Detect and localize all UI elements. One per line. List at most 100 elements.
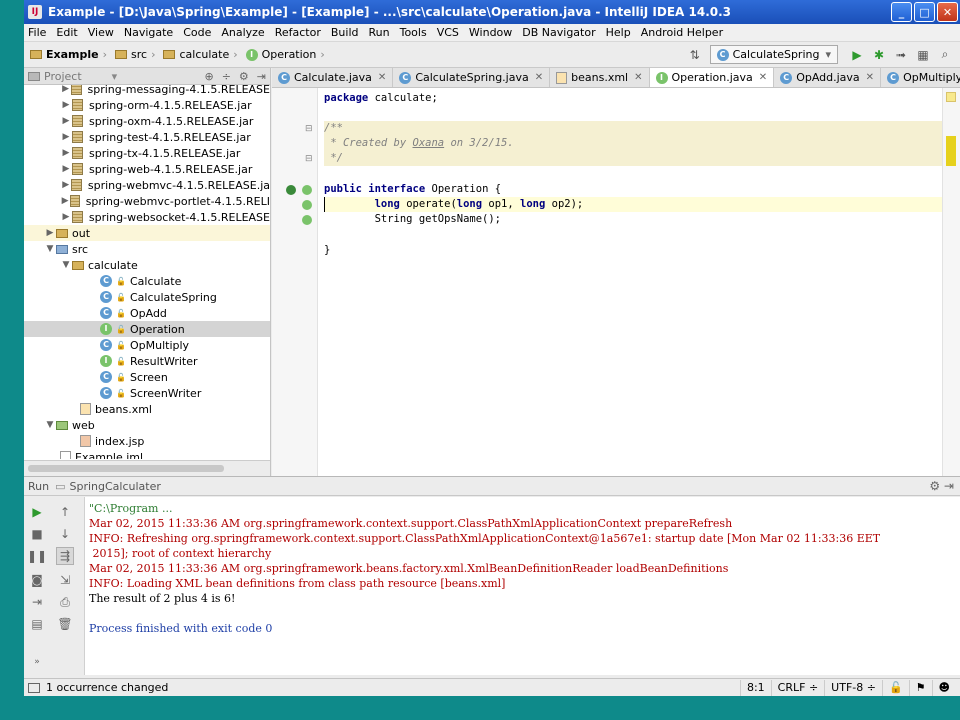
tree-node-selected[interactable]: I 🔓 Operation — [24, 321, 270, 337]
line-separator[interactable]: CRLF ÷ — [770, 679, 825, 696]
tree-node[interactable]: ▶ spring-test-4.1.5.RELEASE.jar — [24, 129, 270, 145]
pause-icon[interactable]: ❚❚ — [27, 547, 47, 565]
tree-node[interactable]: ▶ spring-oxm-4.1.5.RELEASE.jar — [24, 113, 270, 129]
close-tab-icon[interactable]: ✕ — [535, 72, 543, 83]
fold-end-icon[interactable]: ⊟ — [305, 154, 313, 164]
run-configuration-select[interactable]: C CalculateSpring ▾ — [709, 45, 838, 64]
run-config-name[interactable]: SpringCalculater — [70, 480, 161, 493]
rerun-icon[interactable]: ▶ — [28, 503, 46, 521]
breadcrumb-operation[interactable]: I Operation › — [245, 48, 329, 61]
scroll-to-end-icon[interactable]: ⇲ — [56, 571, 74, 589]
more-icon[interactable]: » — [28, 653, 46, 671]
tree-node[interactable]: ▶ spring-webmvc-4.1.5.RELEASE.ja — [24, 177, 270, 193]
close-tab-icon[interactable]: ✕ — [378, 72, 386, 83]
override-marker-icon[interactable] — [302, 185, 312, 195]
close-tab-icon[interactable]: ✕ — [866, 72, 874, 83]
close-tab-icon[interactable]: ✕ — [634, 72, 642, 83]
stop-icon[interactable]: ■ — [28, 525, 46, 543]
trash-icon[interactable]: 🗑 — [56, 615, 74, 633]
coverage-icon[interactable]: ➟ — [892, 46, 910, 64]
sort-icon[interactable]: ⇅ — [686, 46, 704, 64]
override-marker-icon[interactable] — [302, 200, 312, 210]
tab-calculate[interactable]: C Calculate.java ✕ — [272, 68, 394, 87]
menu-build[interactable]: Build — [331, 26, 359, 39]
menu-analyze[interactable]: Analyze — [221, 26, 264, 39]
breadcrumb-src[interactable]: src › — [115, 48, 159, 61]
menu-tools[interactable]: Tools — [400, 26, 427, 39]
breadcrumb-calculate[interactable]: calculate › — [163, 48, 241, 61]
tree-node-src[interactable]: ▼ src — [24, 241, 270, 257]
collapse-icon[interactable]: ÷ — [222, 70, 231, 83]
lock-icon[interactable]: 🔓 — [881, 679, 909, 696]
expand-arrow-icon[interactable]: ▶ — [60, 180, 71, 190]
tree-node-class[interactable]: C 🔓 CalculateSpring — [24, 289, 270, 305]
layout-icon[interactable]: ▤ — [28, 615, 46, 633]
implemented-icon[interactable] — [286, 185, 296, 195]
tree-node-class[interactable]: C 🔓 OpAdd — [24, 305, 270, 321]
error-stripe[interactable] — [942, 88, 960, 476]
tab-opadd[interactable]: C OpAdd.java ✕ — [774, 68, 882, 87]
expand-arrow-icon[interactable]: ▶ — [60, 196, 70, 206]
tree-node-class[interactable]: C 🔓 Calculate — [24, 273, 270, 289]
tree-node-out[interactable]: ▶ out — [24, 225, 270, 241]
tab-operation[interactable]: I Operation.java ✕ — [649, 68, 775, 87]
code-area[interactable]: ⊟ ⊟ package calculate; /** * Created by … — [272, 88, 960, 476]
collapse-arrow-icon[interactable]: ▼ — [44, 244, 56, 254]
fold-icon[interactable]: ⊟ — [305, 124, 313, 134]
tree-node[interactable]: ▶ spring-webmvc-portlet-4.1.5.RELI — [24, 193, 270, 209]
menu-vcs[interactable]: VCS — [437, 26, 459, 39]
expand-arrow-icon[interactable]: ▶ — [60, 164, 72, 174]
close-tab-icon[interactable]: ✕ — [759, 72, 767, 83]
dump-threads-icon[interactable]: ◙ — [28, 571, 46, 589]
expand-arrow-icon[interactable]: ▶ — [60, 212, 72, 222]
menu-window[interactable]: Window — [469, 26, 512, 39]
tree-node-class[interactable]: C 🔓 OpMultiply — [24, 337, 270, 353]
print-icon[interactable]: ⎙ — [56, 593, 74, 611]
minimize-button[interactable]: _ — [891, 2, 912, 22]
menu-refactor[interactable]: Refactor — [275, 26, 321, 39]
exit-icon[interactable]: ⇥ — [28, 593, 46, 611]
collapse-arrow-icon[interactable]: ▼ — [44, 420, 56, 430]
scroll-up-icon[interactable]: ↑ — [56, 503, 74, 521]
console-output[interactable]: "C:\Program ... Mar 02, 2015 11:33:36 AM… — [84, 497, 960, 675]
search-icon[interactable]: ⌕ — [936, 46, 954, 64]
run-icon[interactable]: ▶ — [848, 46, 866, 64]
tree-node-interface[interactable]: I 🔓 ResultWriter — [24, 353, 270, 369]
tab-calculate-spring[interactable]: C CalculateSpring.java ✕ — [393, 68, 551, 87]
caret-position[interactable]: 8:1 — [739, 679, 771, 696]
tree-node-web[interactable]: ▼ web — [24, 417, 270, 433]
tree-node-iml[interactable]: Example.iml — [24, 449, 270, 459]
tab-opmultiply[interactable]: C OpMultiply.java ✕ — [881, 68, 960, 87]
expand-arrow-icon[interactable]: ▶ — [44, 228, 56, 238]
project-panel-title[interactable]: Project — [44, 70, 82, 83]
gear-icon[interactable]: ⚙ — [239, 70, 249, 83]
maximize-button[interactable]: □ — [914, 2, 935, 22]
menu-view[interactable]: View — [88, 26, 114, 39]
menu-android-helper[interactable]: Android Helper — [641, 26, 723, 39]
structure-icon[interactable]: ▦ — [914, 46, 932, 64]
code-text[interactable]: package calculate; /** * Created by Oxan… — [324, 88, 942, 476]
tree-node-beans[interactable]: beans.xml — [24, 401, 270, 417]
tree-node-class[interactable]: C 🔓 Screen — [24, 369, 270, 385]
tree-node-calculate[interactable]: ▼ calculate — [24, 257, 270, 273]
gear-icon[interactable]: ⚙ ⇥ — [929, 479, 954, 493]
chevron-down-icon[interactable]: ▾ — [112, 70, 118, 83]
override-marker-icon[interactable] — [302, 215, 312, 225]
scroll-down-icon[interactable]: ↓ — [56, 525, 74, 543]
inspection-status-icon[interactable] — [946, 92, 956, 102]
tree-node[interactable]: ▶ spring-websocket-4.1.5.RELEASE — [24, 209, 271, 225]
menu-edit[interactable]: Edit — [56, 26, 77, 39]
breadcrumb-project[interactable]: Example › — [30, 48, 111, 61]
tree-node[interactable]: ▶ spring-orm-4.1.5.RELEASE.jar — [24, 97, 270, 113]
expand-arrow-icon[interactable]: ▶ — [60, 116, 72, 126]
expand-arrow-icon[interactable]: ▶ — [60, 132, 72, 142]
tool-windows-icon[interactable] — [28, 682, 40, 693]
menu-code[interactable]: Code — [183, 26, 211, 39]
horizontal-scrollbar[interactable] — [24, 460, 270, 476]
expand-arrow-icon[interactable]: ▶ — [60, 85, 71, 94]
menu-help[interactable]: Help — [606, 26, 631, 39]
expand-arrow-icon[interactable]: ▶ — [60, 100, 72, 110]
event-log-icon[interactable]: ☻ — [931, 679, 956, 696]
tree-node-class[interactable]: C 🔓 ScreenWriter — [24, 385, 270, 401]
menu-file[interactable]: File — [28, 26, 46, 39]
